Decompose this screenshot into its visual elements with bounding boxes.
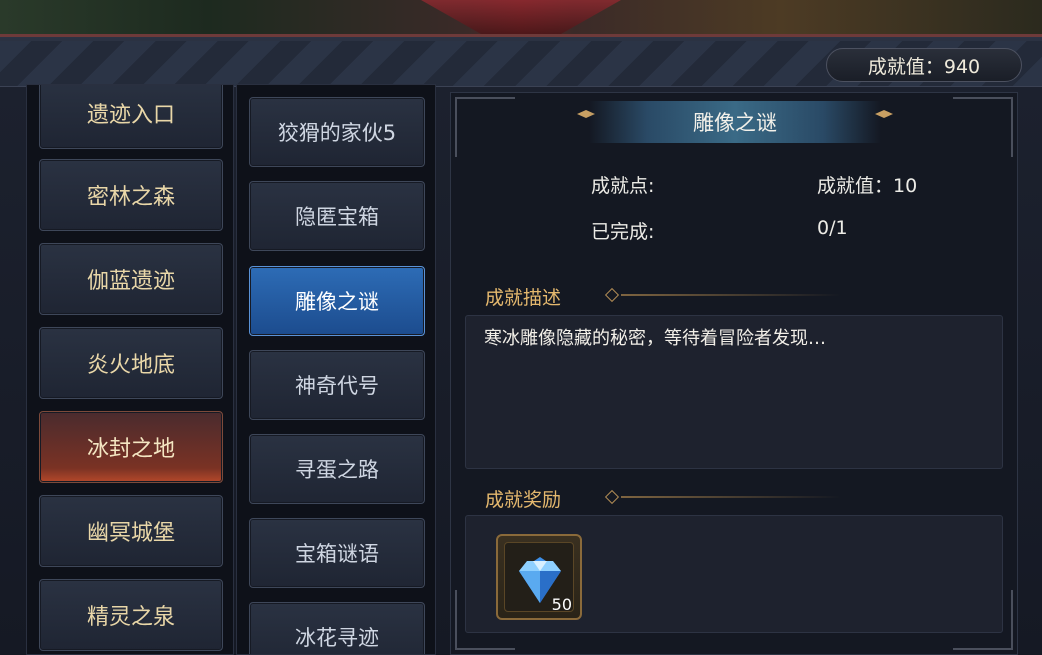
top-ornament — [421, 0, 621, 34]
achievement-item-sly-guy-5[interactable]: 狡猾的家伙5 — [249, 97, 425, 167]
category-item-netherworld-castle[interactable]: 幽冥城堡 — [39, 495, 223, 567]
heading-diamond-icon — [604, 287, 620, 303]
category-item-ruins-entrance[interactable]: 遗迹入口 — [39, 85, 223, 149]
description-heading: 成就描述 — [485, 287, 562, 309]
achievement-label: 雕像之谜 — [295, 290, 379, 314]
category-item-dense-forest[interactable]: 密林之森 — [39, 159, 223, 231]
heading-divider — [621, 294, 841, 296]
achievement-label: 狡猾的家伙5 — [277, 121, 397, 145]
achievement-detail-panel: 雕像之谜 成就点: 成就值：10 已完成: 0/1 成就描述 寒冰雕像隐藏的秘密… — [450, 92, 1018, 655]
achievement-item-magic-code[interactable]: 神奇代号 — [249, 350, 425, 420]
category-label: 冰封之地 — [86, 437, 175, 462]
detail-title: 雕像之谜 — [693, 111, 777, 135]
achievement-label: 寻蛋之路 — [295, 458, 379, 482]
achievement-item-hidden-chest[interactable]: 隐匿宝箱 — [249, 181, 425, 251]
total-score-label: 成就值：940 — [867, 55, 981, 78]
category-label: 精灵之泉 — [86, 605, 175, 630]
corner-ornament — [455, 97, 515, 157]
category-label: 遗迹入口 — [86, 103, 175, 128]
category-label: 炎火地底 — [86, 353, 175, 378]
category-label: 伽蓝遗迹 — [86, 269, 175, 294]
category-label: 幽冥城堡 — [86, 521, 175, 546]
achievement-item-statue-mystery[interactable]: 雕像之谜 — [249, 266, 425, 336]
corner-ornament — [953, 97, 1013, 157]
category-label: 密林之森 — [86, 185, 175, 210]
points-value: 成就值：10 — [817, 175, 918, 197]
category-item-flame-underground[interactable]: 炎火地底 — [39, 327, 223, 399]
reward-item-slot[interactable]: 50 — [496, 534, 582, 620]
points-label: 成就点: — [591, 175, 655, 197]
reward-heading: 成就奖励 — [485, 489, 562, 511]
category-item-galan-ruins[interactable]: 伽蓝遗迹 — [39, 243, 223, 315]
achievement-item-chest-riddle[interactable]: 宝箱谜语 — [249, 518, 425, 588]
category-list[interactable]: 遗迹入口 密林之森 伽蓝遗迹 炎火地底 冰封之地 幽冥城堡 精灵之泉 — [26, 84, 234, 655]
achievement-label: 隐匿宝箱 — [295, 205, 379, 229]
reward-count: 50 — [551, 595, 572, 614]
completed-value: 0/1 — [817, 217, 848, 239]
heading-divider — [621, 496, 841, 498]
achievement-list[interactable]: 狡猾的家伙5 隐匿宝箱 雕像之谜 神奇代号 寻蛋之路 宝箱谜语 冰花寻迹 — [236, 84, 436, 655]
achievement-label: 宝箱谜语 — [295, 542, 379, 566]
reward-box: 50 — [465, 515, 1003, 633]
achievement-item-egg-hunt[interactable]: 寻蛋之路 — [249, 434, 425, 504]
heading-diamond-icon — [604, 489, 620, 505]
achievement-label: 冰花寻迹 — [295, 626, 379, 650]
total-score-badge: 成就值：940 — [826, 48, 1022, 82]
achievement-label: 神奇代号 — [295, 374, 379, 398]
category-item-frozen-land[interactable]: 冰封之地 — [39, 411, 223, 483]
achievement-item-ice-flower-trail[interactable]: 冰花寻迹 — [249, 602, 425, 654]
detail-title-banner: 雕像之谜 — [589, 101, 881, 143]
category-item-spirit-spring[interactable]: 精灵之泉 — [39, 579, 223, 651]
completed-label: 已完成: — [591, 221, 655, 243]
description-text: 寒冰雕像隐藏的秘密，等待着冒险者发现… — [484, 328, 826, 349]
description-box: 寒冰雕像隐藏的秘密，等待着冒险者发现… — [465, 315, 1003, 469]
